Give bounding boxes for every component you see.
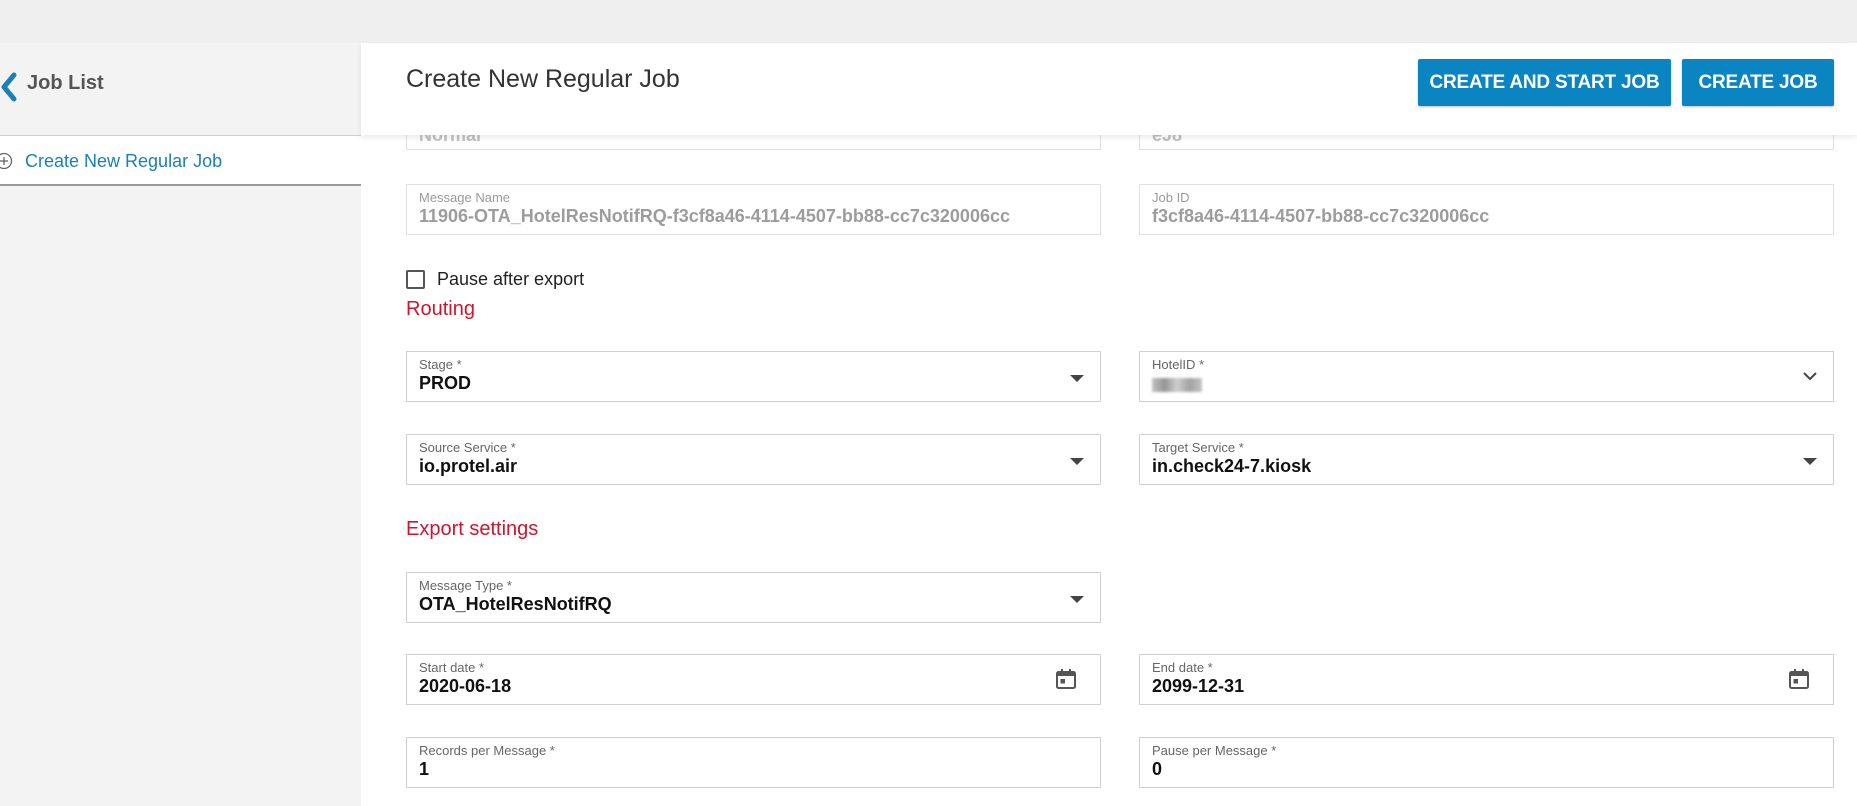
clipped-field-left-value: Normal [419, 135, 482, 145]
calendar-icon[interactable] [1054, 667, 1078, 691]
export-settings-section-title: Export settings [406, 518, 539, 540]
job-id-label: Job ID [1152, 190, 1190, 205]
pause-per-message-label: Pause per Message * [1152, 743, 1277, 758]
sidebar-item-label: Create New Regular Job [25, 151, 223, 171]
target-service-label: Target Service * [1152, 440, 1244, 455]
start-date-value: 2020-06-18 [419, 676, 512, 696]
main-header: Create New Regular Job CREATE AND START … [361, 43, 1857, 135]
dropdown-caret-icon [1070, 596, 1084, 603]
chevron-left-icon [1, 72, 17, 102]
hotel-id-redacted-value [1152, 378, 1202, 392]
message-name-label: Message Name [419, 190, 511, 205]
records-per-message-field[interactable]: Records per Message * 1 [406, 737, 1101, 788]
chevron-down-icon [1803, 372, 1817, 381]
sidebar: Job List Create New Regular Job [0, 43, 361, 806]
create-job-button[interactable]: CREATE JOB [1682, 59, 1834, 106]
page-title: Create New Regular Job [406, 65, 680, 93]
clipped-field-right[interactable]: eJ8 [1139, 135, 1834, 150]
pause-after-export-checkbox[interactable] [406, 269, 425, 289]
message-type-select[interactable]: Message Type * OTA_HotelResNotifRQ [406, 572, 1101, 623]
calendar-icon[interactable] [1787, 667, 1811, 691]
start-date-field[interactable]: Start date * 2020-06-18 [406, 654, 1101, 705]
main-panel: Create New Regular Job CREATE AND START … [361, 43, 1857, 806]
message-type-value: OTA_HotelResNotifRQ [419, 594, 612, 614]
hotel-id-label: HotelID * [1152, 357, 1205, 372]
source-service-select[interactable]: Source Service * io.protel.air [406, 434, 1101, 485]
message-name-value: 11906-OTA_HotelResNotifRQ-f3cf8a46-4114-… [419, 206, 1010, 226]
top-strip [0, 0, 1857, 43]
source-service-value: io.protel.air [419, 456, 518, 476]
end-date-field[interactable]: End date * 2099-12-31 [1139, 654, 1834, 705]
pause-per-message-field[interactable]: Pause per Message * 0 [1139, 737, 1834, 788]
job-id-field[interactable]: Job ID f3cf8a46-4114-4507-bb88-cc7c32000… [1139, 184, 1834, 235]
clipped-field-right-value: eJ8 [1152, 135, 1183, 145]
end-date-value: 2099-12-31 [1152, 676, 1245, 696]
pause-after-export-checkbox-row[interactable]: Pause after export [406, 265, 584, 293]
end-date-label: End date * [1152, 660, 1213, 675]
message-name-field[interactable]: Message Name 11906-OTA_HotelResNotifRQ-f… [406, 184, 1101, 235]
pause-per-message-value: 0 [1152, 759, 1163, 779]
job-list-label: Job List [27, 72, 104, 94]
stage-select[interactable]: Stage * PROD [406, 351, 1101, 402]
dropdown-caret-icon [1070, 375, 1084, 382]
routing-section-title: Routing [406, 298, 475, 320]
dropdown-caret-icon [1070, 458, 1084, 465]
stage-value: PROD [419, 373, 472, 393]
job-id-value: f3cf8a46-4114-4507-bb88-cc7c320006cc [1152, 206, 1490, 226]
records-per-message-label: Records per Message * [419, 743, 555, 758]
dropdown-caret-icon [1803, 458, 1817, 465]
target-service-value: in.check24-7.kiosk [1152, 456, 1312, 476]
message-type-label: Message Type * [419, 578, 512, 593]
job-list-back-link[interactable]: Job List [0, 43, 361, 135]
start-date-label: Start date * [419, 660, 485, 675]
stage-label: Stage * [419, 357, 462, 372]
records-per-message-value: 1 [419, 759, 430, 779]
hotel-id-select[interactable]: HotelID * [1139, 351, 1834, 402]
sidebar-item-create-new-regular-job[interactable]: Create New Regular Job [0, 136, 361, 186]
source-service-label: Source Service * [419, 440, 516, 455]
add-circle-icon [0, 152, 13, 170]
target-service-select[interactable]: Target Service * in.check24-7.kiosk [1139, 434, 1834, 485]
create-and-start-job-button[interactable]: CREATE AND START JOB [1418, 59, 1671, 106]
pause-after-export-label: Pause after export [437, 268, 585, 289]
clipped-field-left[interactable]: Normal [406, 135, 1101, 150]
